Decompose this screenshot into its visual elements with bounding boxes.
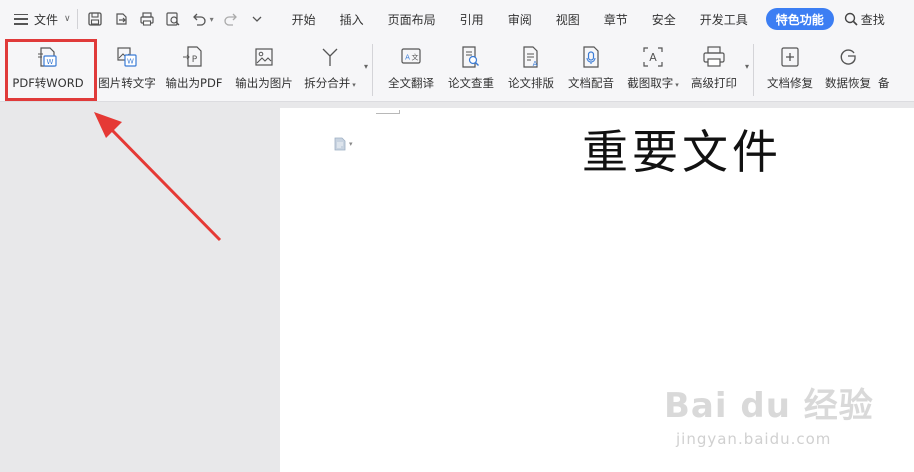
menu-bar: 文件 ∨ ▾ 开始 插入 页面布局 引用 审阅 视图 章节 安全 开发工具 特色… (0, 0, 914, 38)
tab-special-features[interactable]: 特色功能 (765, 8, 834, 30)
tab-security[interactable]: 安全 (640, 0, 688, 38)
divider (372, 44, 374, 96)
split-merge-label: 拆分合并 ▾ (304, 76, 356, 90)
export-pdf-button[interactable]: P 输出为PDF (158, 38, 230, 102)
doc-repair-label: 文档修复 (767, 76, 814, 90)
group-expand-icon[interactable]: ▾ (745, 62, 749, 71)
svg-text:A: A (649, 51, 657, 64)
highlight-box (5, 39, 97, 101)
ribbon-toolbar: W PDF转WORD W 图片转文字 P 输出为PDF 输出为图片 拆分合并 ▾ … (0, 38, 914, 102)
data-recovery-button[interactable]: 数据恢复 (818, 38, 878, 102)
svg-text:文: 文 (412, 53, 419, 62)
undo-icon[interactable] (190, 10, 208, 28)
export-pdf-label: 输出为PDF (165, 76, 223, 90)
hamburger-icon (14, 13, 28, 25)
quick-access-toolbar: ▾ (86, 10, 266, 28)
document-icon (334, 137, 346, 151)
backup-button[interactable]: 备 (878, 38, 898, 102)
ribbon-tabs: 开始 插入 页面布局 引用 审阅 视图 章节 安全 开发工具 特色功能 (280, 0, 834, 38)
data-recovery-icon (834, 43, 862, 71)
paper-format-label: 论文排版 (508, 76, 555, 90)
export-icon[interactable] (112, 10, 130, 28)
undo-dropdown-icon[interactable]: ▾ (210, 15, 214, 24)
watermark-url: jingyan.baidu.com (676, 430, 832, 448)
tab-chapter[interactable]: 章节 (592, 0, 640, 38)
export-pdf-icon: P (180, 43, 208, 71)
tab-page-layout[interactable]: 页面布局 (376, 0, 448, 38)
divider (753, 44, 755, 96)
screenshot-ocr-label: 截图取字 ▾ (627, 76, 679, 90)
page-corner-mark (376, 110, 400, 114)
backup-label: 备 (878, 76, 890, 90)
image-to-text-icon: W (113, 43, 141, 71)
search-icon (844, 12, 858, 26)
paper-check-label: 论文查重 (448, 76, 495, 90)
search-button[interactable]: 查找 (844, 11, 885, 28)
split-merge-button[interactable]: 拆分合并 ▾ (298, 38, 362, 102)
advanced-print-button[interactable]: 高级打印 (685, 38, 743, 102)
search-label: 查找 (860, 12, 885, 27)
export-image-label: 输出为图片 (235, 76, 293, 90)
divider (76, 9, 78, 29)
tab-references[interactable]: 引用 (448, 0, 496, 38)
svg-text:A: A (405, 54, 410, 62)
group-expand-icon[interactable]: ▾ (364, 62, 368, 71)
doc-dubbing-button[interactable]: 文档配音 (561, 38, 621, 102)
export-image-button[interactable]: 输出为图片 (230, 38, 298, 102)
watermark: Bai du 经验 jingyan.baidu.com (664, 378, 904, 468)
svg-text:A: A (533, 60, 538, 68)
image-to-text-label: 图片转文字 (98, 76, 156, 90)
watermark-logo: Bai du 经验 (664, 386, 874, 426)
tab-insert[interactable]: 插入 (328, 0, 376, 38)
screenshot-ocr-button[interactable]: A 截图取字 ▾ (621, 38, 685, 102)
chevron-down-icon: ▾ (349, 140, 353, 148)
export-image-icon (250, 43, 278, 71)
print-icon (700, 43, 728, 71)
translate-label: 全文翻译 (388, 76, 435, 90)
paper-check-button[interactable]: 论文查重 (441, 38, 501, 102)
paper-format-icon: A (517, 43, 545, 71)
chevron-down-icon: ∨ (64, 14, 71, 24)
paper-check-icon (457, 43, 485, 71)
tab-home[interactable]: 开始 (280, 0, 328, 38)
split-merge-icon (316, 43, 344, 71)
print-icon[interactable] (138, 10, 156, 28)
microphone-icon (577, 43, 605, 71)
paper-format-button[interactable]: A 论文排版 (501, 38, 561, 102)
tab-review[interactable]: 审阅 (496, 0, 544, 38)
svg-text:W: W (127, 58, 134, 66)
customize-dropdown-icon[interactable] (248, 10, 266, 28)
doc-repair-button[interactable]: 文档修复 (762, 38, 818, 102)
save-icon[interactable] (86, 10, 104, 28)
print-preview-icon[interactable] (164, 10, 182, 28)
redo-icon[interactable] (222, 10, 240, 28)
backup-icon (878, 43, 894, 71)
translate-button[interactable]: A文 全文翻译 (381, 38, 441, 102)
paragraph-handle[interactable]: ▾ (334, 137, 353, 151)
file-menu-label: 文件 (34, 12, 59, 27)
tab-developer[interactable]: 开发工具 (688, 0, 760, 38)
data-recovery-label: 数据恢复 (825, 76, 872, 90)
translate-icon: A文 (397, 43, 425, 71)
document-title: 重要文件 (582, 125, 782, 179)
image-to-text-button[interactable]: W 图片转文字 (96, 38, 158, 102)
doc-repair-icon (776, 43, 804, 71)
svg-text:P: P (192, 55, 198, 65)
file-menu[interactable]: 文件 ∨ (0, 0, 71, 38)
doc-dubbing-label: 文档配音 (568, 76, 615, 90)
screenshot-ocr-icon: A (639, 43, 667, 71)
tab-view[interactable]: 视图 (544, 0, 592, 38)
advanced-print-label: 高级打印 (691, 76, 738, 90)
